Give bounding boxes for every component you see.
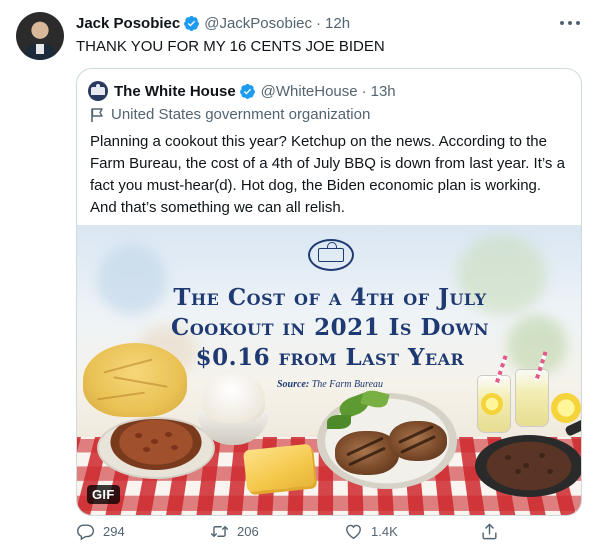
baked-beans-bowl — [97, 417, 215, 479]
quote-media-gif[interactable]: The Cost of a 4th of July Cookout in 202… — [77, 225, 581, 515]
avatar-building — [91, 87, 105, 95]
more-dots-icon[interactable] — [560, 14, 580, 32]
seal-building — [318, 242, 344, 262]
bean — [151, 439, 158, 444]
chip-ridge — [113, 376, 168, 388]
potato-chips-bowl — [83, 343, 187, 417]
reply-button[interactable]: 294 — [76, 520, 125, 542]
ground-beef — [515, 469, 521, 474]
quote-header: The White House @WhiteHouse · 13h — [88, 81, 396, 101]
tweet[interactable]: Jack Posobiec @JackPosobiec · 12h THANK … — [0, 0, 598, 551]
retweet-count: 206 — [237, 523, 259, 539]
header-separator: · — [316, 14, 322, 32]
like-button[interactable]: 1.4K — [344, 520, 398, 542]
quote-separator: · — [361, 82, 367, 100]
quoted-tweet[interactable]: The White House @WhiteHouse · 13h United… — [76, 68, 582, 516]
author-avatar[interactable] — [16, 12, 64, 60]
tweet-timestamp[interactable]: 12h — [325, 15, 350, 32]
author-name[interactable]: Jack Posobiec — [76, 15, 180, 32]
ground-beef — [547, 469, 553, 474]
cheese-slices — [242, 443, 316, 493]
lemonade-jar — [515, 369, 549, 427]
share-icon — [482, 523, 497, 539]
headline-line-1: The Cost of a 4th of July — [173, 284, 487, 311]
verified-badge-icon — [184, 15, 200, 31]
quote-text: Planning a cookout this year? Ketchup on… — [90, 133, 565, 216]
reply-count: 294 — [103, 523, 125, 539]
ground-beef-skillet — [475, 435, 581, 497]
retweet-button[interactable]: 206 — [210, 520, 259, 542]
tweet-text: THANK YOU FOR MY 16 CENTS JOE BIDEN — [76, 38, 385, 55]
lemon-slice — [481, 393, 503, 415]
source-value: The Farm Bureau — [311, 379, 384, 390]
more-dot — [576, 21, 580, 25]
share-button[interactable] — [480, 520, 507, 542]
like-count: 1.4K — [371, 523, 398, 539]
verified-badge-icon — [239, 83, 255, 99]
quote-author-handle[interactable]: @WhiteHouse — [261, 83, 358, 100]
bean — [143, 447, 150, 452]
bean — [171, 445, 178, 450]
org-label-text: United States government organization — [111, 106, 371, 123]
tweet-actions: 294 206 1.4K — [76, 520, 516, 542]
quote-author-name[interactable]: The White House — [114, 83, 236, 100]
avatar-collar — [36, 44, 44, 54]
white-house-seal-icon — [308, 239, 354, 271]
source-label: Source: — [276, 379, 310, 390]
tweet-header: Jack Posobiec @JackPosobiec · 12h — [76, 13, 350, 33]
chip-ridge — [97, 391, 145, 401]
gif-badge: GIF — [87, 485, 120, 504]
whitehouse-avatar[interactable] — [88, 81, 108, 101]
reply-icon — [77, 523, 95, 540]
more-dot — [560, 21, 564, 25]
chip-ridge — [103, 358, 153, 374]
grill-mark — [346, 436, 384, 457]
more-dot — [568, 21, 572, 25]
bean — [135, 433, 142, 438]
ground-beef — [505, 455, 511, 460]
bean — [165, 432, 172, 437]
grilled-steak — [389, 421, 447, 461]
flag-icon — [91, 107, 103, 122]
ground-beef — [523, 463, 529, 468]
lemon-slice — [551, 393, 581, 423]
ground-beef — [539, 453, 545, 458]
author-handle[interactable]: @JackPosobiec — [204, 15, 312, 32]
heart-icon — [346, 524, 361, 539]
retweet-icon — [210, 525, 229, 537]
government-org-label: United States government organization — [90, 106, 370, 123]
quote-timestamp[interactable]: 13h — [371, 83, 396, 100]
ice-cream-scoops — [203, 373, 265, 423]
salad-leaf — [327, 415, 351, 429]
headline-line-2: Cookout in 2021 Is Down — [171, 314, 489, 341]
